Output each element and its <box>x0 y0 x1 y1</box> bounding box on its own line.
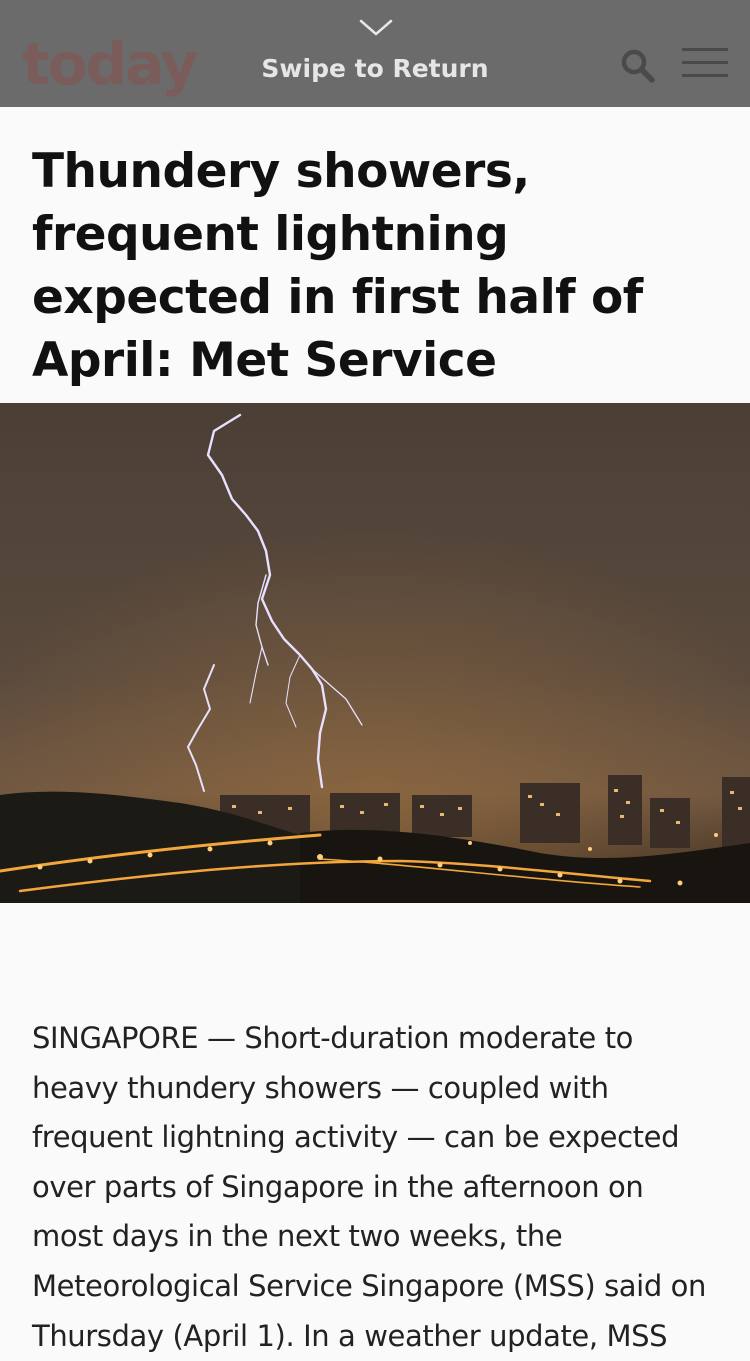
search-icon[interactable] <box>620 48 656 84</box>
menu-icon[interactable] <box>682 48 728 78</box>
top-bar: today Swipe to Return <box>0 0 750 107</box>
hero-image <box>0 403 750 903</box>
chevron-down-icon[interactable] <box>359 18 393 38</box>
article-title: Thundery showers, frequent lightning exp… <box>32 144 643 388</box>
article-body: SINGAPORE — Short-duration moderate to h… <box>32 1021 706 1353</box>
